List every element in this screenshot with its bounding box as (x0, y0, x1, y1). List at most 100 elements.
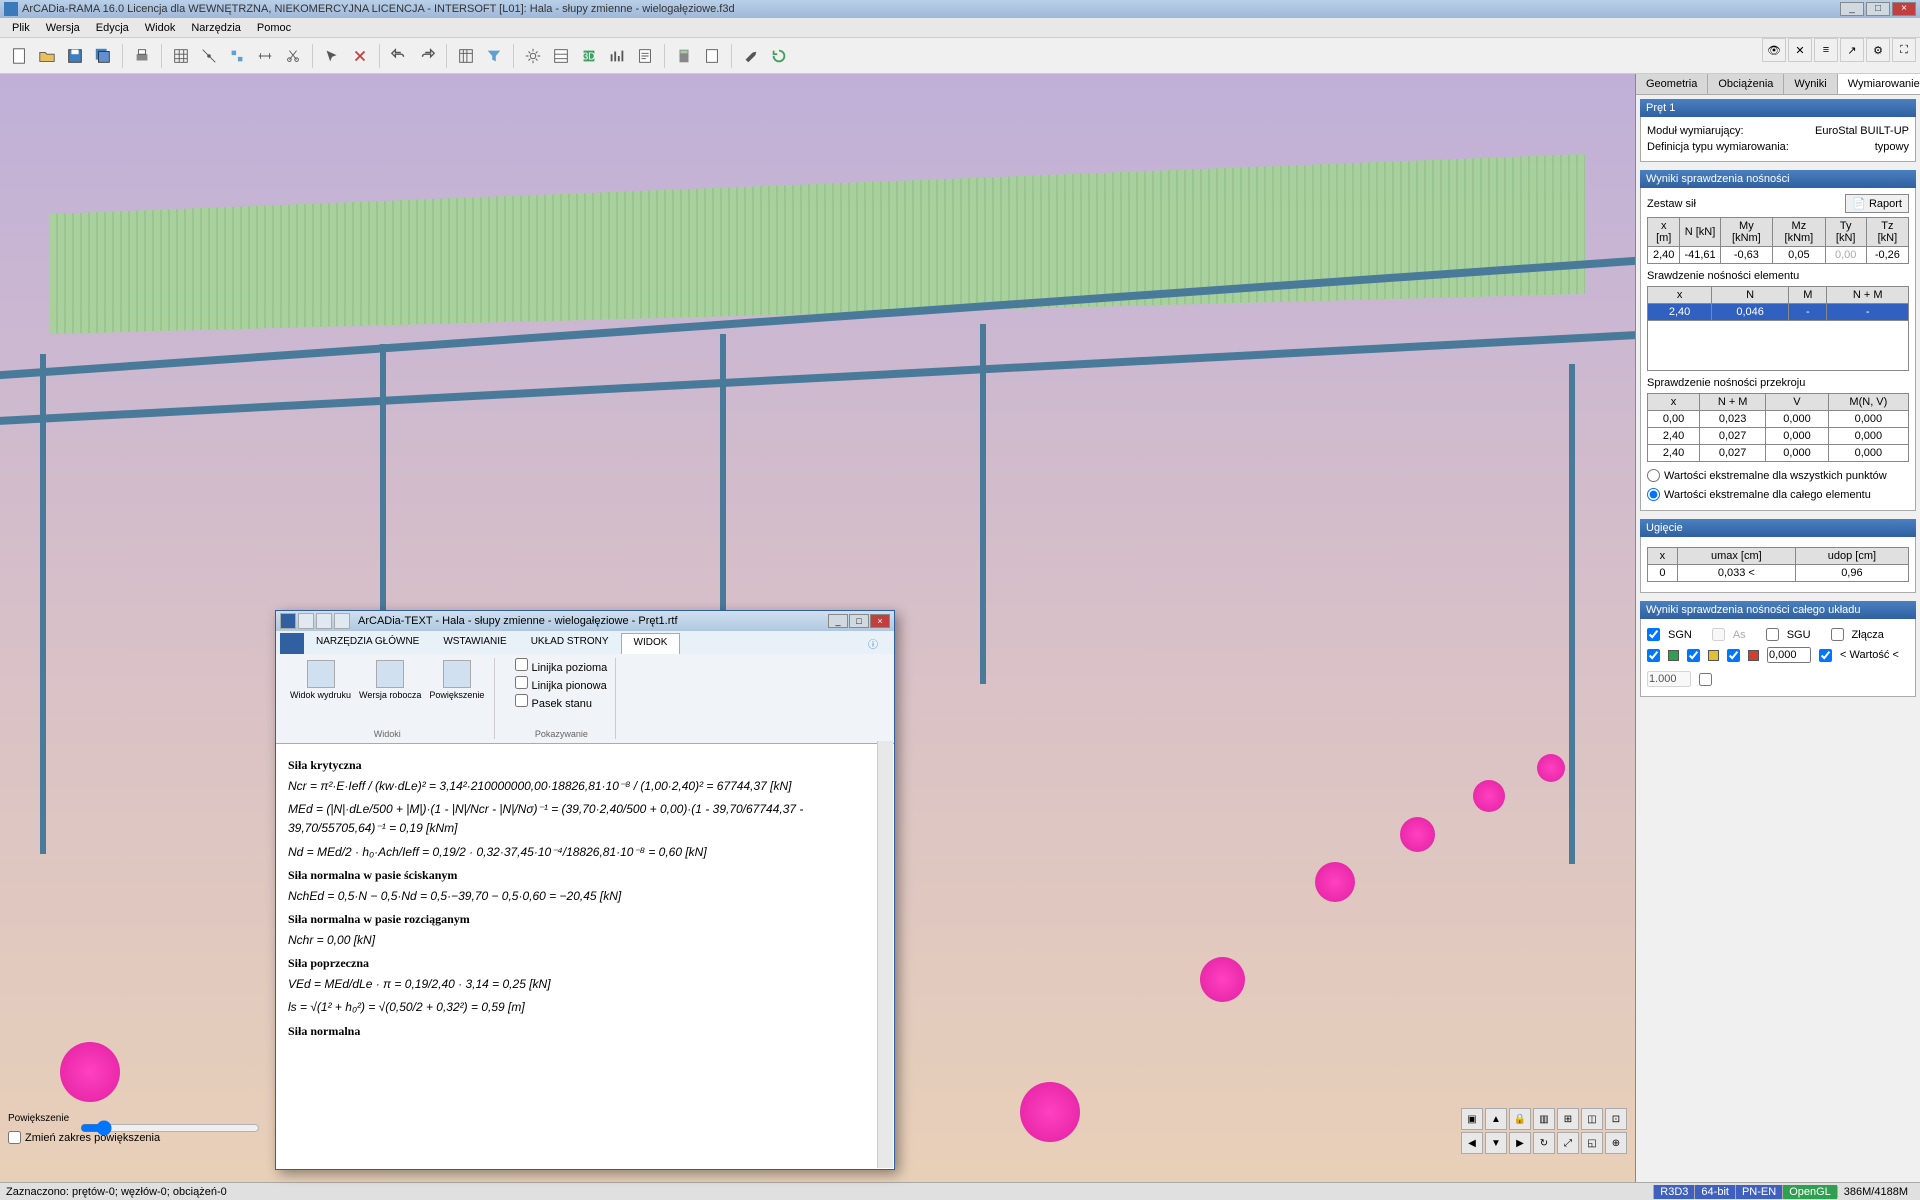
menu-edycja[interactable]: Edycja (88, 20, 137, 36)
view-up[interactable]: ▲ (1485, 1108, 1507, 1130)
view-btn[interactable]: ◫ (1581, 1108, 1603, 1130)
arcadia-text-window[interactable]: ArCADia-TEXT - Hala - słupy zmienne - wi… (275, 610, 895, 1170)
floatwin-maximize[interactable]: □ (849, 614, 869, 628)
pasek-stanu-checkbox[interactable] (515, 694, 528, 707)
snap-button[interactable] (196, 43, 222, 69)
gear-button[interactable] (520, 43, 546, 69)
value-min-input[interactable] (1767, 647, 1811, 663)
menu-wersja[interactable]: Wersja (38, 20, 88, 36)
cross-icon[interactable]: ✕ (1788, 38, 1812, 62)
menu-narzedzia[interactable]: Narzędzia (183, 20, 249, 36)
refresh-button[interactable] (766, 43, 792, 69)
view-btn[interactable]: ⊞ (1557, 1108, 1579, 1130)
view-left[interactable]: ◀ (1461, 1132, 1483, 1154)
calc-button[interactable] (453, 43, 479, 69)
redo-button[interactable] (414, 43, 440, 69)
view-down[interactable]: ▼ (1485, 1132, 1507, 1154)
delete-button[interactable] (347, 43, 373, 69)
table-row[interactable]: 0,000,0230,0000,000 (1648, 411, 1909, 428)
wersja-robocza-button[interactable]: Wersja robocza (357, 658, 423, 702)
filter-button[interactable] (481, 43, 507, 69)
view-btn[interactable]: ⊕ (1605, 1132, 1627, 1154)
floatwin-titlebar[interactable]: ArCADia-TEXT - Hala - słupy zmienne - wi… (276, 611, 894, 631)
table-row-selected[interactable]: 2,40 0,046 - - (1648, 304, 1909, 321)
menu-widok[interactable]: Widok (137, 20, 184, 36)
tab-wymiarowanie[interactable]: Wymiarowanie (1838, 74, 1920, 94)
view-right[interactable]: ▶ (1509, 1132, 1531, 1154)
new-button[interactable] (6, 43, 32, 69)
settings-icon[interactable]: ⚙ (1866, 38, 1890, 62)
qat-save[interactable] (298, 613, 314, 629)
tab-obciazenia[interactable]: Obciążenia (1708, 74, 1784, 94)
open-button[interactable] (34, 43, 60, 69)
sgu-checkbox[interactable] (1766, 628, 1779, 641)
qat-undo[interactable] (316, 613, 332, 629)
minimize-button[interactable]: _ (1840, 2, 1864, 16)
document-content[interactable]: Siła krytyczna Ncr = π²·E·Ieff / (kw·dLe… (276, 744, 894, 1169)
report-button[interactable] (632, 43, 658, 69)
help-icon[interactable]: ⓘ (856, 633, 890, 654)
tab-wyniki[interactable]: Wyniki (1784, 74, 1837, 94)
tool-button[interactable] (224, 43, 250, 69)
maximize-button[interactable]: □ (1866, 2, 1890, 16)
view-btn[interactable]: ↻ (1533, 1132, 1555, 1154)
color3-checkbox[interactable] (1727, 649, 1740, 662)
table-row[interactable]: 0 0,033 < 0,96 (1648, 565, 1909, 582)
table-row[interactable]: 2,400,0270,0000,000 (1648, 428, 1909, 445)
ribbon-tab-wstawianie[interactable]: WSTAWIANIE (431, 633, 518, 654)
select-button[interactable] (319, 43, 345, 69)
value-max-input[interactable] (1647, 671, 1691, 687)
saveall-button[interactable] (90, 43, 116, 69)
view-btn[interactable]: ⊡ (1605, 1108, 1627, 1130)
floatwin-minimize[interactable]: _ (828, 614, 848, 628)
undo-button[interactable] (386, 43, 412, 69)
calc2-button[interactable] (671, 43, 697, 69)
arrow-icon[interactable]: ↗ (1840, 38, 1864, 62)
menu-plik[interactable]: Plik (4, 20, 38, 36)
zlacza-checkbox[interactable] (1831, 628, 1844, 641)
linijka-pionowa-checkbox[interactable] (515, 676, 528, 689)
max-checkbox[interactable] (1699, 673, 1712, 686)
view-lock[interactable]: 🔒 (1509, 1108, 1531, 1130)
range-checkbox[interactable] (1819, 649, 1832, 662)
ribbon-tab-uklad[interactable]: UKŁAD STRONY (519, 633, 621, 654)
doc-scrollbar[interactable] (877, 741, 893, 1168)
widok-wydruku-button[interactable]: Widok wydruku (288, 658, 353, 702)
radio-all-points[interactable] (1647, 469, 1660, 482)
table-button[interactable] (548, 43, 574, 69)
eye-icon[interactable]: 👁 (1762, 38, 1786, 62)
lines-icon[interactable]: ≡ (1814, 38, 1838, 62)
view-btn[interactable]: ▥ (1533, 1108, 1555, 1130)
view-btn[interactable]: ▣ (1461, 1108, 1483, 1130)
grid-button[interactable] (168, 43, 194, 69)
expand-icon[interactable]: ⛶ (1892, 38, 1916, 62)
table-row[interactable]: 2,400,0270,0000,000 (1648, 445, 1909, 462)
save-button[interactable] (62, 43, 88, 69)
view-btn[interactable]: ◱ (1581, 1132, 1603, 1154)
cut-button[interactable] (280, 43, 306, 69)
dim-button[interactable] (252, 43, 278, 69)
raport-button[interactable]: 📄 Raport (1845, 194, 1909, 213)
ribbon-file-tab[interactable] (280, 633, 304, 654)
view-btn[interactable]: ⤢ (1557, 1132, 1579, 1154)
color2-checkbox[interactable] (1687, 649, 1700, 662)
ribbon-tab-widok[interactable]: WIDOK (621, 633, 681, 654)
radio-whole-element[interactable] (1647, 488, 1660, 501)
tab-geometria[interactable]: Geometria (1636, 74, 1708, 94)
chart-button[interactable] (604, 43, 630, 69)
floatwin-close[interactable]: × (870, 614, 890, 628)
linijka-pozioma-checkbox[interactable] (515, 658, 528, 671)
menu-pomoc[interactable]: Pomoc (249, 20, 299, 36)
wrench-button[interactable] (738, 43, 764, 69)
print-button[interactable] (129, 43, 155, 69)
3d-button[interactable]: 3D (576, 43, 602, 69)
color1-checkbox[interactable] (1647, 649, 1660, 662)
powiekszenie-button[interactable]: Powiększenie (427, 658, 486, 702)
sgn-checkbox[interactable] (1647, 628, 1660, 641)
qat-redo[interactable] (334, 613, 350, 629)
qat-menu[interactable] (280, 613, 296, 629)
close-button[interactable]: × (1892, 2, 1916, 16)
ribbon-tab-narzedzia[interactable]: NARZĘDZIA GŁÓWNE (304, 633, 431, 654)
list-button[interactable] (699, 43, 725, 69)
zoom-range-checkbox[interactable] (8, 1131, 21, 1144)
